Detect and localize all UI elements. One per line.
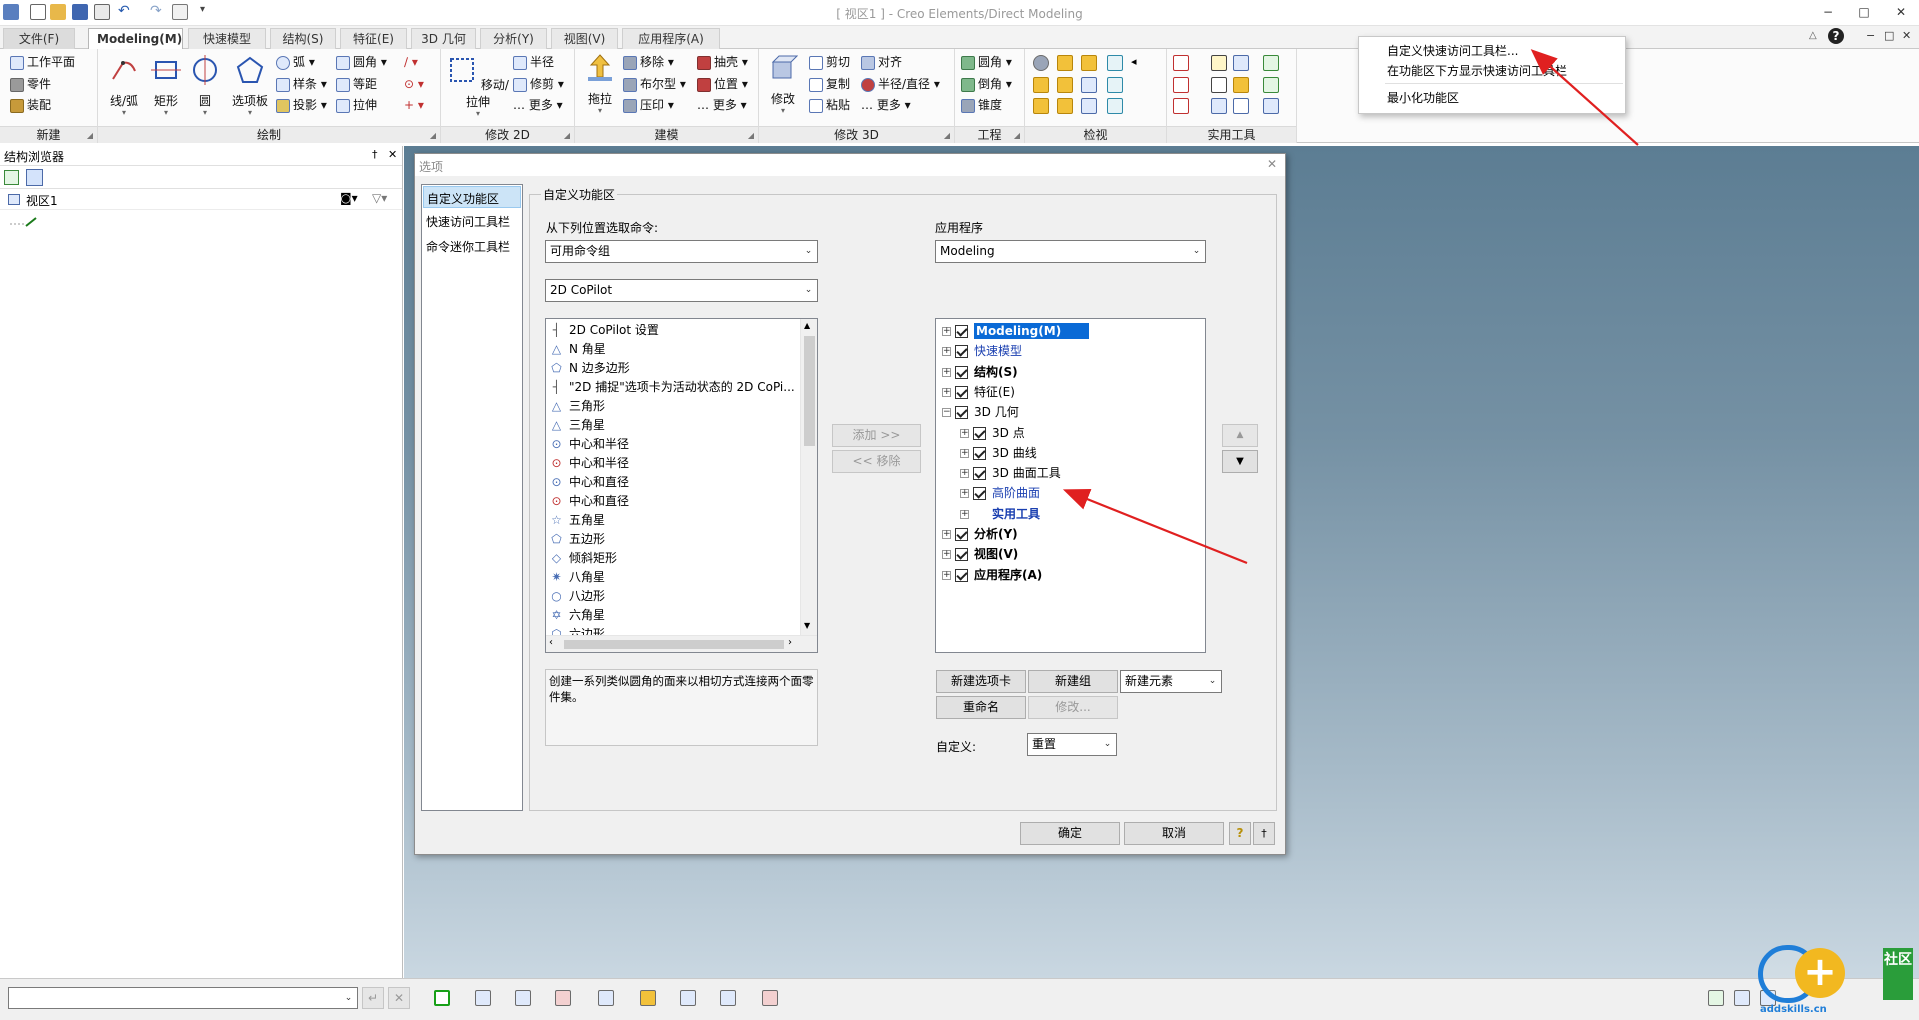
select-box-icon[interactable] [434, 990, 450, 1006]
arrow-to-menu [1530, 49, 1639, 146]
enter-icon[interactable]: ↵ [362, 987, 384, 1009]
chevron-down-icon: ⌄ [344, 993, 353, 1003]
status-tool-icon-2[interactable] [1734, 990, 1750, 1006]
select-face-icon[interactable] [515, 990, 531, 1006]
watermark-community-badge: 社区 [1883, 948, 1913, 1000]
status-bar: ⌄ ↵ ✕ [0, 978, 1919, 1020]
status-tool-icon-1[interactable] [1708, 990, 1724, 1006]
watermark-plus-icon: + [1795, 948, 1845, 998]
select-part-icon[interactable] [475, 990, 491, 1006]
annotation-arrows [1062, 49, 1639, 565]
watermark-url: addskills.cn [1760, 1004, 1827, 1015]
arrow-to-tree [1062, 488, 1248, 565]
view-shade-icon[interactable] [640, 990, 656, 1006]
view-fit-icon[interactable] [680, 990, 696, 1006]
view-section-icon[interactable] [720, 990, 736, 1006]
eraser-icon[interactable] [762, 990, 778, 1006]
cancel-icon[interactable]: ✕ [388, 987, 410, 1009]
command-line-input[interactable]: ⌄ [8, 987, 358, 1009]
view-orient-icon[interactable] [598, 990, 614, 1006]
select-edge-icon[interactable] [555, 990, 571, 1006]
